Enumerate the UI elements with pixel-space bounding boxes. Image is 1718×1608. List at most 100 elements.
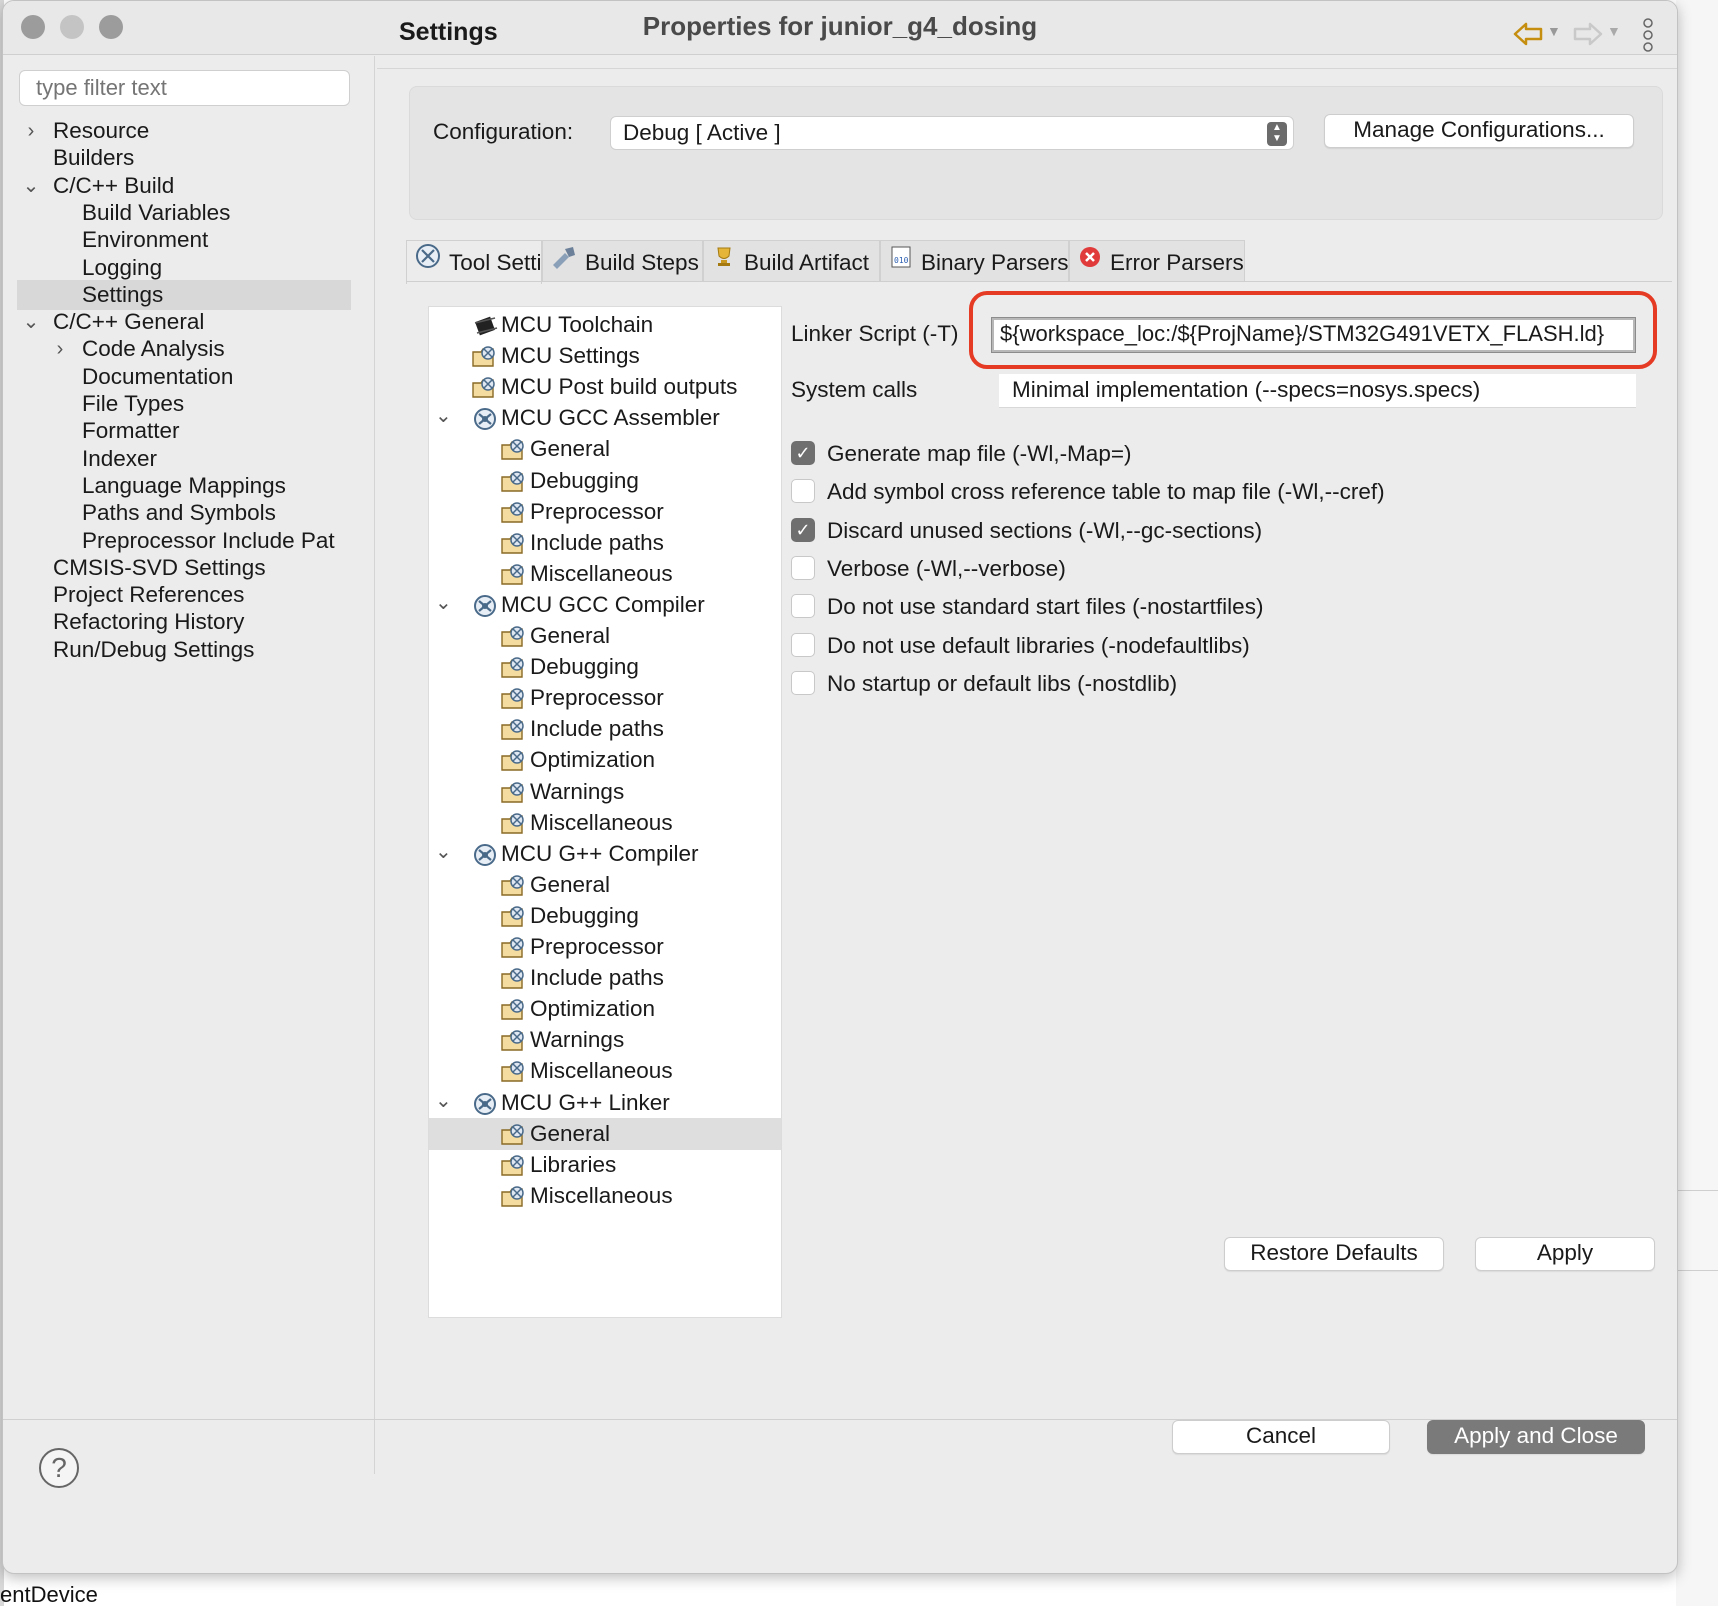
chevron-down-icon[interactable]: ⌄ (21, 171, 41, 201)
filter-input[interactable] (19, 70, 350, 106)
tree-item[interactable]: Miscellaneous (429, 807, 781, 839)
tree-item[interactable]: Libraries (429, 1149, 781, 1181)
tree-item[interactable]: ⌄ MCU G++ Linker (429, 1087, 781, 1119)
sidebar-item[interactable]: ⌄ C/C++ Build (17, 171, 351, 201)
tree-item[interactable]: Preprocessor (429, 682, 781, 714)
checkbox-unchecked[interactable] (791, 594, 815, 619)
chevron-right-icon[interactable]: › (21, 116, 41, 146)
system-calls-label: System calls (791, 377, 918, 402)
settings-folder-icon (500, 1122, 528, 1148)
tree-item[interactable]: Optimization (429, 993, 781, 1025)
tab-binary-parsers[interactable]: 010 Binary Parsers (880, 240, 1069, 282)
checkbox-checked[interactable]: ✓ (791, 517, 815, 542)
sidebar-item[interactable]: File Types (17, 389, 351, 419)
sidebar-item[interactable]: Build Variables (17, 198, 351, 228)
linker-option[interactable]: ✓ Discard unused sections (-Wl,--gc-secti… (791, 516, 1262, 546)
tab-build-artifact[interactable]: Build Artifact (703, 240, 880, 282)
checkbox-unchecked[interactable] (791, 555, 815, 580)
restore-defaults-button[interactable]: Restore Defaults (1224, 1237, 1444, 1271)
sidebar-item[interactable]: Paths and Symbols (17, 498, 351, 528)
sidebar-item[interactable]: Settings (17, 279, 351, 310)
tab-error-parsers[interactable]: Error Parsers (1069, 240, 1245, 282)
sidebar-item[interactable]: Run/Debug Settings (17, 635, 351, 665)
tree-item-label: General (530, 436, 611, 462)
linker-option[interactable]: No startup or default libs (-nostdlib) (791, 669, 1177, 699)
configuration-select[interactable]: Debug [ Active ] ▲ ▼ (610, 116, 1294, 150)
sidebar-item[interactable]: Language Mappings (17, 471, 351, 501)
sidebar-item[interactable]: Preprocessor Include Pat (17, 526, 351, 556)
tree-item[interactable]: Debugging (429, 651, 781, 683)
sidebar-item[interactable]: Builders (17, 143, 351, 173)
tree-item-label: Debugging (530, 654, 639, 680)
checkbox-unchecked[interactable] (791, 632, 815, 657)
tree-item[interactable]: MCU Post build outputs (429, 371, 781, 403)
tree-item[interactable]: General (429, 433, 781, 465)
tree-item[interactable]: MCU Settings (429, 340, 781, 372)
tree-item[interactable]: General (429, 1117, 781, 1150)
tab-build-steps[interactable]: Build Steps (542, 240, 703, 282)
tree-item[interactable]: Miscellaneous (429, 1055, 781, 1087)
tree-item[interactable]: Preprocessor (429, 931, 781, 963)
sidebar-item[interactable]: Formatter (17, 416, 351, 446)
sidebar-item[interactable]: Logging (17, 253, 351, 283)
linker-option[interactable]: Do not use default libraries (-nodefault… (791, 631, 1250, 661)
back-nav-button[interactable]: ▼ (1511, 17, 1561, 53)
sidebar-item[interactable]: CMSIS-SVD Settings (17, 553, 351, 583)
tree-item[interactable]: Preprocessor (429, 496, 781, 528)
tree-item[interactable]: ⌄ MCU GCC Compiler (429, 589, 781, 621)
tree-item[interactable]: Include paths (429, 713, 781, 745)
tree-item[interactable]: Include paths (429, 962, 781, 994)
chevron-down-icon[interactable]: ⌄ (435, 1085, 452, 1117)
cancel-button[interactable]: Cancel (1172, 1420, 1390, 1454)
apply-button[interactable]: Apply (1475, 1237, 1655, 1271)
sidebar-item-label: Project References (53, 582, 245, 608)
sidebar-item[interactable]: Documentation (17, 362, 351, 392)
tree-item-label: MCU Toolchain (501, 312, 654, 337)
sidebar-item[interactable]: ⌄ C/C++ General (17, 307, 351, 337)
sidebar-item[interactable]: Project References (17, 580, 351, 610)
help-icon[interactable]: ? (39, 1448, 79, 1488)
tree-item[interactable]: ⌄ MCU GCC Assembler (429, 402, 781, 434)
tree-item[interactable]: Optimization (429, 744, 781, 776)
header-divider (377, 68, 1677, 69)
checkbox-label: Verbose (-Wl,--verbose) (827, 555, 1066, 581)
chevron-right-icon[interactable]: › (50, 334, 70, 364)
sidebar-item[interactable]: › Code Analysis (17, 334, 351, 364)
apply-and-close-button[interactable]: Apply and Close (1427, 1420, 1645, 1454)
view-menu-button[interactable] (1639, 17, 1657, 53)
checkbox-label: Discard unused sections (-Wl,--gc-sectio… (827, 517, 1263, 543)
tree-item[interactable]: Miscellaneous (429, 1180, 781, 1212)
chevron-down-icon[interactable]: ⌄ (435, 587, 452, 619)
tree-item[interactable]: Debugging (429, 900, 781, 932)
chevron-down-icon[interactable]: ⌄ (435, 836, 452, 868)
tree-item[interactable]: Warnings (429, 1024, 781, 1056)
linker-option[interactable]: Verbose (-Wl,--verbose) (791, 554, 1066, 584)
manage-configurations-button[interactable]: Manage Configurations... (1324, 114, 1634, 148)
chevron-down-icon[interactable]: ⌄ (435, 400, 452, 432)
checkbox-unchecked[interactable] (791, 670, 815, 695)
svg-text:010: 010 (894, 256, 909, 265)
tree-item[interactable]: Miscellaneous (429, 558, 781, 590)
checkbox-checked[interactable]: ✓ (791, 441, 815, 466)
system-calls-select[interactable]: Minimal implementation (--specs=nosys.sp… (999, 374, 1636, 408)
linker-option[interactable]: Do not use standard start files (-nostar… (791, 592, 1263, 622)
tree-item[interactable]: General (429, 869, 781, 901)
chevron-down-icon[interactable]: ⌄ (21, 307, 41, 337)
sidebar-item-label: File Types (82, 391, 185, 416)
tree-item[interactable]: General (429, 620, 781, 652)
forward-nav-button[interactable]: ▼ (1571, 17, 1621, 53)
sidebar-item[interactable]: Refactoring History (17, 607, 351, 637)
sidebar-item[interactable]: › Resource (17, 116, 351, 146)
tree-item[interactable]: Include paths (429, 527, 781, 559)
checkbox-unchecked[interactable] (791, 479, 815, 504)
sidebar-item[interactable]: Indexer (17, 444, 351, 474)
sidebar-item[interactable]: Environment (17, 225, 351, 255)
linker-option[interactable]: ✓ Generate map file (-Wl,-Map=) (791, 439, 1131, 469)
tree-item[interactable]: Warnings (429, 776, 781, 808)
tree-item[interactable]: Debugging (429, 465, 781, 497)
trophy-icon (712, 241, 736, 283)
tree-item[interactable]: MCU Toolchain (429, 309, 781, 341)
tree-item[interactable]: ⌄ MCU G++ Compiler (429, 838, 781, 870)
linker-option[interactable]: Add symbol cross reference table to map … (791, 477, 1385, 507)
tab-tool-settings[interactable]: Tool Settings (406, 240, 578, 284)
